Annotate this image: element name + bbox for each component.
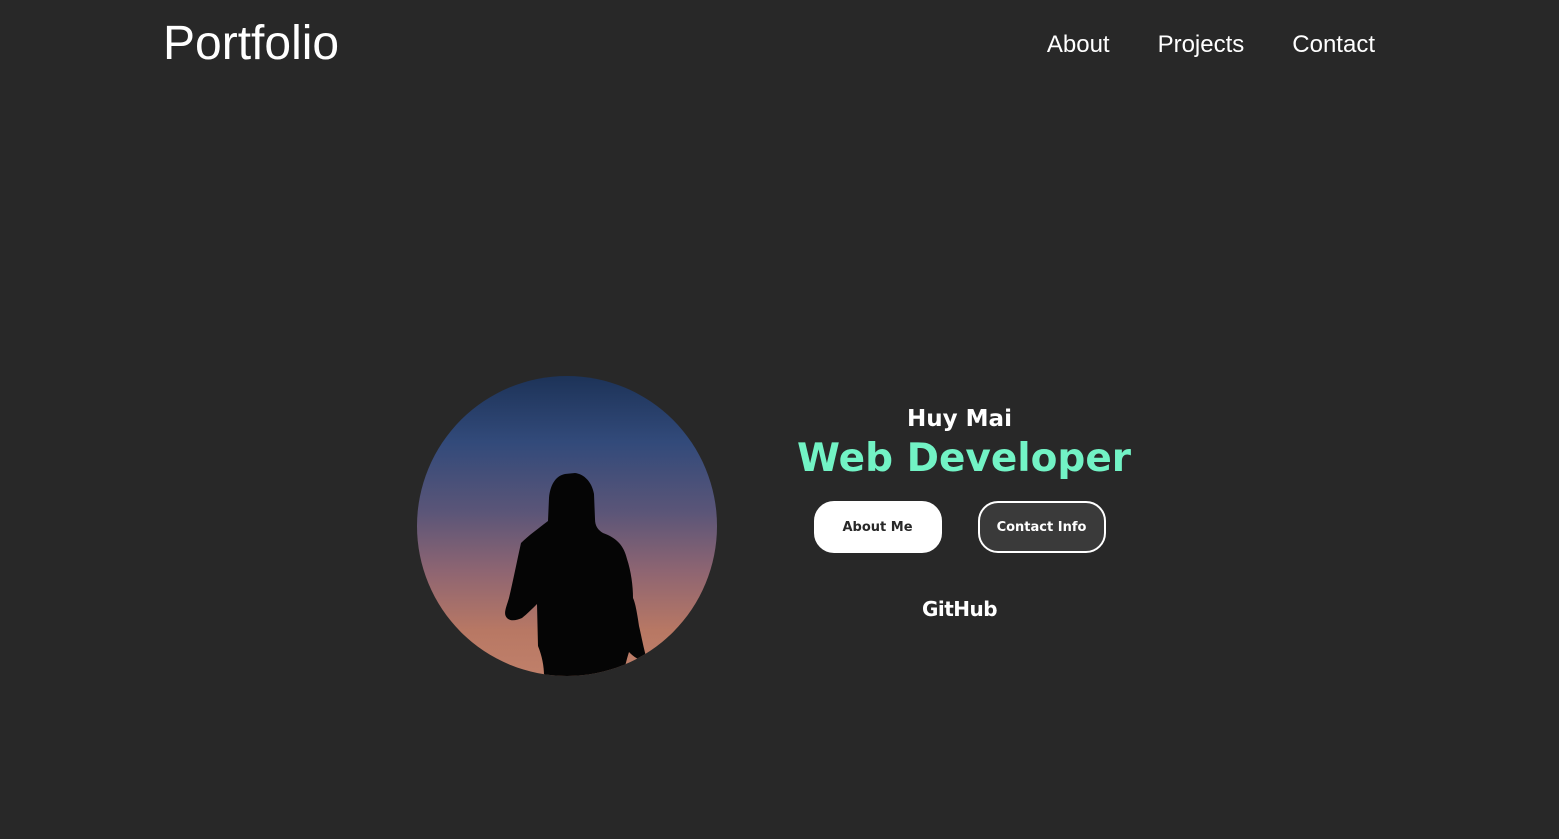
profile-title: Web Developer bbox=[797, 436, 1132, 481]
hero-info: Huy Mai Web Developer About Me Contact I… bbox=[797, 404, 1132, 621]
hero-section: Huy Mai Web Developer About Me Contact I… bbox=[417, 376, 1131, 676]
logo[interactable]: Portfolio bbox=[163, 14, 339, 74]
silhouette-icon bbox=[505, 473, 647, 676]
portfolio-page: Portfolio About Projects Contact Huy Mai… bbox=[0, 0, 1559, 839]
top-nav: About Projects Contact bbox=[1047, 30, 1375, 60]
nav-projects-link[interactable]: Projects bbox=[1158, 30, 1245, 60]
profile-name: Huy Mai bbox=[907, 406, 1012, 432]
hero-buttons: About Me Contact Info bbox=[797, 501, 1122, 553]
profile-avatar bbox=[417, 376, 717, 676]
nav-contact-link[interactable]: Contact bbox=[1292, 30, 1375, 60]
about-me-button[interactable]: About Me bbox=[813, 501, 942, 553]
nav-about-link[interactable]: About bbox=[1047, 30, 1110, 60]
contact-info-button[interactable]: Contact Info bbox=[977, 501, 1106, 553]
github-link[interactable]: GitHub bbox=[922, 597, 998, 621]
